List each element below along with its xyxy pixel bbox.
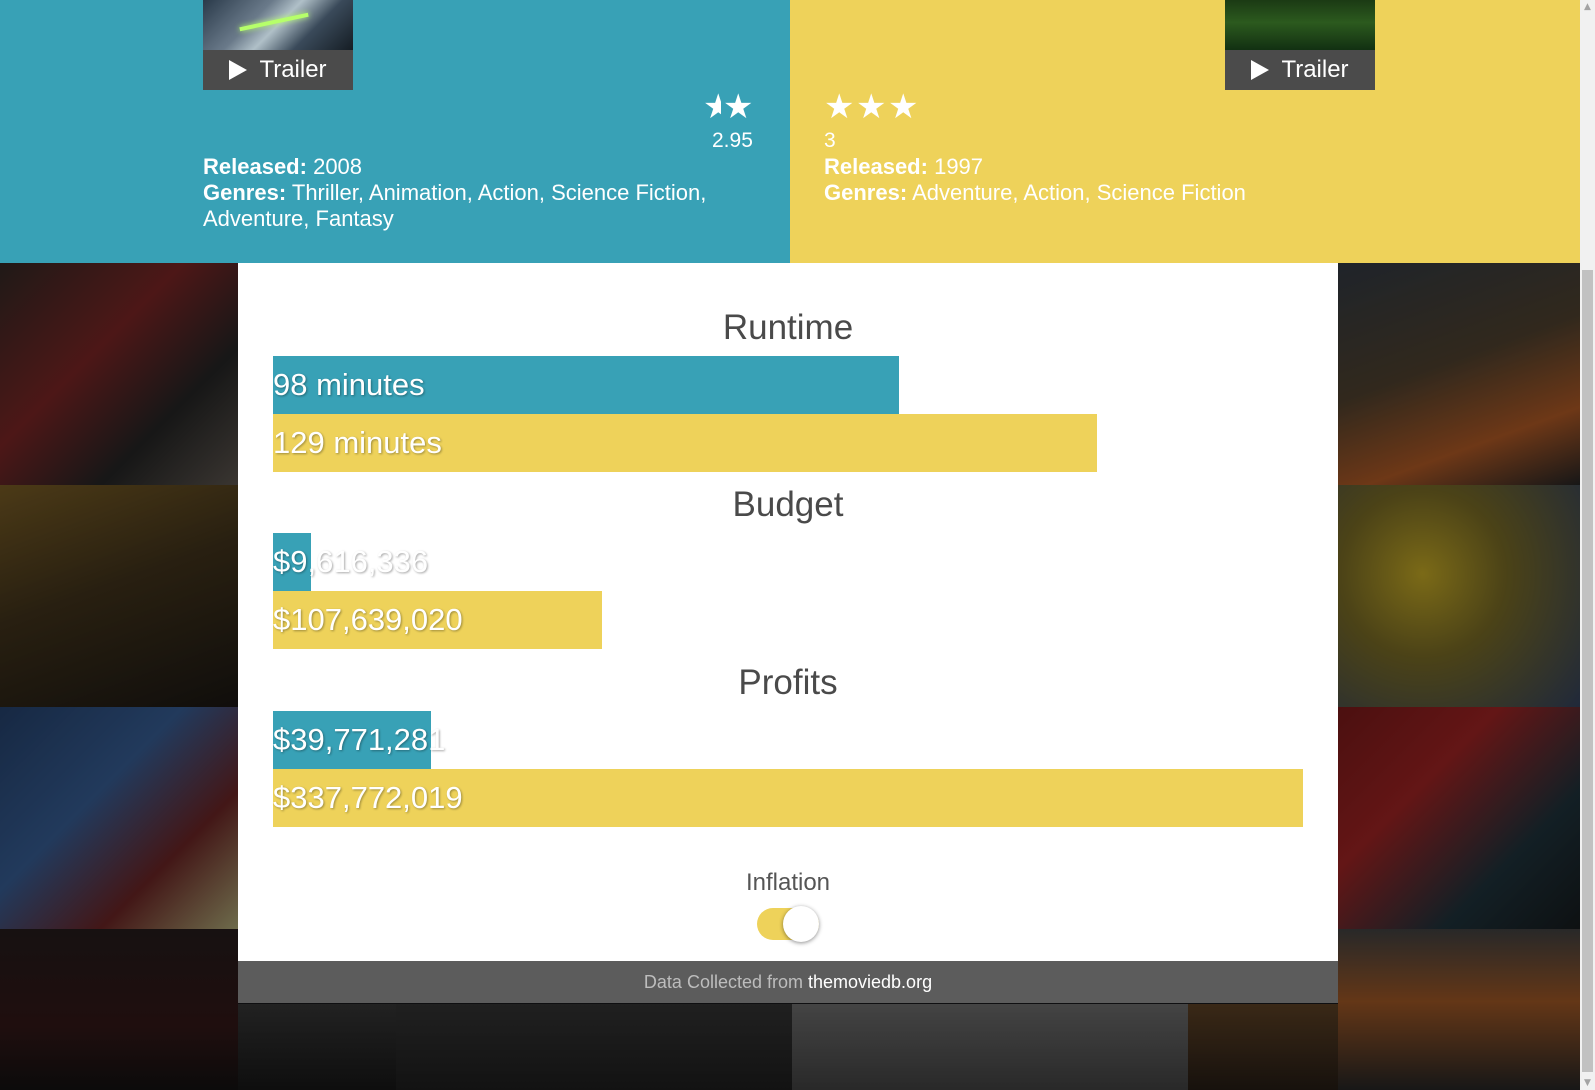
star-icon: ★: [723, 87, 754, 127]
play-icon: [1251, 60, 1270, 80]
released-label: Released:: [203, 154, 307, 179]
comparison-card: Runtime 98 minutes 129 minutes Budget $9…: [238, 263, 1338, 961]
movie-left-poster[interactable]: [203, 0, 353, 50]
budget-left-label: $9,616,336: [273, 544, 429, 579]
star-icon: ★: [856, 87, 887, 127]
movie-left-rating-value: 2.95: [712, 129, 753, 152]
inflation-toggle[interactable]: [757, 906, 819, 942]
star-icon: ★: [888, 87, 919, 127]
runtime-right-label: 129 minutes: [273, 425, 442, 460]
footer-prefix: Data Collected from: [643, 972, 808, 992]
movie-right-panel: Trailer ★ ★ ★ 3 Released: 1997 Genres: A…: [790, 0, 1580, 263]
trailer-label: Trailer: [1281, 56, 1349, 83]
released-year: 2008: [313, 154, 363, 179]
scroll-down-arrow-icon[interactable]: ▼: [1580, 1076, 1595, 1090]
movie-left-trailer-button[interactable]: Trailer: [203, 50, 353, 90]
movie-right-star-rating: ★ ★ ★: [824, 87, 919, 127]
movie-right-rating-value: 3: [824, 129, 836, 152]
profits-right-label: $337,772,019: [273, 780, 463, 815]
runtime-title: Runtime: [722, 308, 854, 347]
toggle-knob[interactable]: [783, 906, 819, 942]
lightsaber-graphic: [239, 12, 309, 32]
footer: Data Collected from themoviedb.org: [238, 961, 1338, 1003]
movie-right-trailer-button[interactable]: Trailer: [1225, 50, 1375, 90]
released-label: Released:: [824, 154, 928, 179]
profits-title: Profits: [738, 663, 838, 702]
genres-label: Genres:: [824, 180, 908, 205]
profits-left-label: $39,771,281: [273, 722, 446, 757]
star-icon: ★: [824, 87, 855, 127]
inflation-label: Inflation: [745, 869, 831, 896]
half-star-icon: ★: [703, 92, 721, 122]
movie-right-poster[interactable]: [1225, 0, 1375, 50]
themoviedb-link[interactable]: themoviedb.org: [808, 972, 932, 992]
released-year: 1997: [934, 154, 984, 179]
movie-left-details: Released: 2008 Genres: Thriller, Animati…: [203, 154, 723, 232]
movie-right-details: Released: 1997 Genres: Adventure, Action…: [824, 154, 1524, 206]
trailer-label: Trailer: [259, 56, 327, 83]
genres-list: Adventure, Action, Science Fiction: [912, 180, 1246, 205]
movie-left-star-rating: ★ ★: [703, 87, 754, 127]
scrollbar-thumb[interactable]: [1582, 270, 1593, 1072]
runtime-left-label: 98 minutes: [273, 367, 425, 402]
genres-label: Genres:: [203, 180, 287, 205]
budget-title: Budget: [732, 485, 844, 524]
movie-left-panel: Trailer ★ ★ 2.95 Released: 2008 Genres: …: [0, 0, 790, 263]
scroll-up-arrow-icon[interactable]: ▲: [1580, 0, 1595, 14]
vertical-scrollbar[interactable]: ▲ ▼: [1580, 0, 1595, 1090]
play-icon: [229, 60, 248, 80]
budget-right-label: $107,639,020: [273, 602, 463, 637]
